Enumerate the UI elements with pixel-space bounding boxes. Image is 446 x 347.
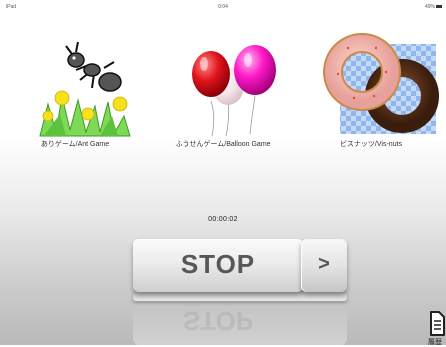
ant-icon [39,41,131,137]
battery-status: 49% [425,4,442,10]
history-button[interactable]: 履歴 [424,310,446,346]
balloon-icon [192,45,276,137]
status-bar: iPad 0:04 49% [0,0,446,14]
elapsed-timer: 00:00:02 [208,216,238,223]
battery-icon [436,5,442,9]
stop-button[interactable]: STOP [133,239,303,292]
button-reflection: STOP [133,305,347,345]
document-icon [430,311,445,336]
vis-nuts-game-button[interactable]: ビスナッツ/Vis-nuts [296,26,446,166]
ant-game-label: ありゲーム/Ant Game [40,141,110,148]
balloon-game-label: ふうせんゲーム/Balloon Game [175,141,271,148]
stop-reflection-text: STOP [182,306,254,336]
balloon-game-button[interactable]: ふうせんゲーム/Balloon Game [148,26,298,166]
next-button[interactable]: > [301,239,347,292]
battery-percent: 49% [424,4,435,10]
vis-nuts-game-label: ビスナッツ/Vis-nuts [339,141,403,148]
status-time: 0:04 [218,4,228,10]
history-label: 履歴 [428,339,442,346]
chevron-right-icon: > [318,253,330,275]
donut-icon [323,33,439,134]
button-base [133,291,347,301]
stop-button-label: STOP [180,249,256,279]
ant-game-button[interactable]: ありゲーム/Ant Game [0,26,150,166]
